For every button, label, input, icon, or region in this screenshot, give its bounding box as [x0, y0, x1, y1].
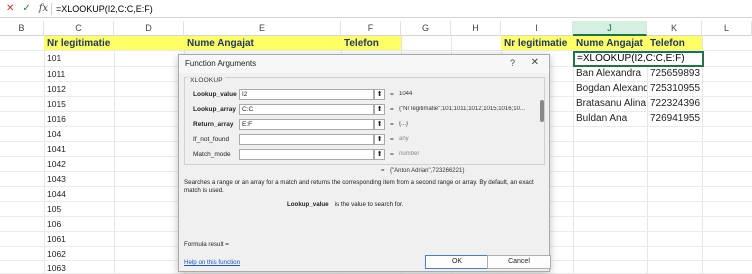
cell-c-value[interactable]: 105: [44, 202, 114, 216]
cell-f-header[interactable]: Telefon: [341, 36, 401, 50]
close-icon[interactable]: ✕: [531, 57, 539, 68]
cell-c-value[interactable]: 1063: [44, 261, 114, 273]
collapse-dialog-icon[interactable]: ⬆: [374, 119, 385, 130]
column-header-f[interactable]: F: [341, 21, 401, 36]
cell-j-name[interactable]: Bogdan Alexandru: [573, 82, 647, 96]
cell-c-value[interactable]: 106: [44, 217, 114, 231]
cancel-icon[interactable]: ✕: [6, 3, 14, 15]
cell-k-phone[interactable]: 725310955: [647, 82, 702, 96]
equals-sign: =: [390, 91, 394, 98]
argument-label: Return_array: [193, 121, 234, 128]
cell-e-header[interactable]: Nume Angajat: [184, 36, 341, 50]
help-icon[interactable]: ?: [510, 58, 515, 68]
cell-c-value[interactable]: 1041: [44, 142, 114, 156]
dialog-title: Function Arguments: [185, 59, 257, 68]
enter-check-icon[interactable]: ✓: [22, 3, 30, 15]
collapse-dialog-icon[interactable]: ⬆: [374, 149, 385, 160]
cell-c-value[interactable]: 1042: [44, 157, 114, 171]
cell-j-name[interactable]: Buldan Ana: [573, 112, 647, 126]
equals-sign: =: [390, 106, 394, 113]
cell-c-value[interactable]: 104: [44, 127, 114, 141]
function-name-label: XLOOKUP: [188, 77, 225, 84]
cell-k-header[interactable]: Telefon: [647, 36, 702, 50]
column-header-g[interactable]: G: [401, 21, 451, 36]
insert-function-icon[interactable]: fx: [39, 3, 48, 15]
cell-k-phone[interactable]: 726941955: [647, 112, 702, 126]
argument-description: Lookup_value is the value to search for.: [287, 201, 403, 208]
column-header-h[interactable]: H: [451, 21, 501, 36]
formula-bar-separator: [51, 3, 52, 15]
collapse-dialog-icon[interactable]: ⬆: [374, 89, 385, 100]
column-header-l[interactable]: L: [702, 21, 752, 36]
argument-result: {"Nr legitimatie";101;1011;1012;1015;101…: [399, 106, 525, 112]
equals-sign: =: [390, 151, 394, 158]
column-header-j[interactable]: J: [573, 21, 647, 36]
argument-result: 1044: [399, 91, 413, 97]
function-description: Searches a range or an array for a match…: [184, 179, 534, 194]
cell-c-value[interactable]: 1011: [44, 67, 114, 81]
argument-result: number: [399, 151, 420, 157]
argument-row-return-array: Return_array E:F ⬆ = {...}: [185, 119, 544, 132]
cell-c-value[interactable]: 1043: [44, 172, 114, 186]
ok-button[interactable]: OK: [425, 255, 489, 269]
collapse-dialog-icon[interactable]: ⬆: [374, 134, 385, 145]
column-header-c[interactable]: C: [44, 21, 114, 36]
equals-sign: =: [390, 136, 394, 143]
return-array-input[interactable]: E:F: [239, 119, 374, 130]
table-row-header: Nr legitimatie Nume Angajat Telefon Nr l…: [0, 36, 752, 51]
argument-result: {...}: [399, 121, 409, 127]
equals-sign: =: [390, 121, 394, 128]
column-header-d[interactable]: D: [114, 21, 184, 36]
cell-c-value[interactable]: 1012: [44, 82, 114, 96]
if-not-found-input[interactable]: [239, 134, 374, 145]
function-group-box: XLOOKUP Lookup_value I2 ⬆ = 1044 Lookup_…: [184, 77, 545, 165]
argument-label: Match_mode: [193, 151, 231, 158]
cell-c-value[interactable]: 101: [44, 51, 114, 66]
argument-row-if-not-found: If_not_found ⬆ = any: [185, 134, 544, 147]
cell-c-value[interactable]: 1062: [44, 247, 114, 260]
active-cell-j[interactable]: =XLOOKUP(I2,C:C,E:F): [573, 51, 704, 67]
argument-row-lookup-value: Lookup_value I2 ⬆ = 1044: [185, 89, 544, 102]
column-header-i[interactable]: I: [501, 21, 573, 36]
column-header-b[interactable]: B: [0, 21, 44, 36]
formula-input[interactable]: =XLOOKUP(I2,C:C,E:F): [56, 3, 153, 15]
lookup-value-input[interactable]: I2: [239, 89, 374, 100]
cancel-button[interactable]: Cancel: [487, 255, 551, 269]
cell-c-value[interactable]: 1016: [44, 112, 114, 126]
cell-c-value[interactable]: 1015: [44, 97, 114, 111]
collapse-dialog-icon[interactable]: ⬆: [374, 104, 385, 115]
argument-label: Lookup_value: [193, 91, 237, 98]
cell-d-header[interactable]: [114, 36, 184, 50]
function-arguments-dialog: Function Arguments ? ✕ XLOOKUP Lookup_va…: [178, 54, 551, 272]
overall-result-value: {"Anton Adrian",723266221}: [390, 168, 465, 174]
dialog-title-bar[interactable]: Function Arguments ? ✕: [179, 55, 549, 73]
formula-result-label: Formula result =: [184, 241, 229, 248]
cell-k-phone[interactable]: 725659893: [647, 67, 702, 81]
argument-label: If_not_found: [193, 136, 230, 143]
arguments-scrollbar[interactable]: [540, 100, 544, 122]
match-mode-input[interactable]: [239, 149, 374, 160]
formula-bar: ✕ ✓ fx =XLOOKUP(I2,C:C,E:F): [0, 0, 752, 18]
column-header-e[interactable]: E: [184, 21, 341, 36]
overall-result: = {"Anton Adrian",723266221}: [381, 168, 464, 174]
argument-label: Lookup_array: [193, 106, 236, 113]
cell-j-name[interactable]: Bratasanu Alina: [573, 97, 647, 111]
cell-c-header[interactable]: Nr legitimatie: [44, 36, 114, 50]
column-header-k[interactable]: K: [647, 21, 702, 36]
help-on-function-link[interactable]: Help on this function: [184, 259, 240, 266]
column-header-row: B C D E F G H I J K L: [0, 21, 752, 36]
argument-description-text: is the value to search for.: [334, 201, 404, 208]
lookup-array-input[interactable]: C:C: [239, 104, 374, 115]
argument-description-name: Lookup_value: [287, 201, 329, 208]
cell-c-value[interactable]: 1061: [44, 232, 114, 246]
cell-c-value[interactable]: 1044: [44, 187, 114, 201]
argument-result: any: [399, 136, 409, 142]
equals-sign: =: [381, 168, 385, 174]
argument-row-match-mode: Match_mode ⬆ = number: [185, 149, 544, 162]
cell-k-phone[interactable]: 722324396: [647, 97, 702, 111]
cell-j-header[interactable]: Nume Angajat: [573, 36, 647, 50]
cell-j-name[interactable]: Ban Alexandra: [573, 67, 647, 81]
cell-i-header[interactable]: Nr legitimatie: [501, 36, 573, 50]
argument-row-lookup-array: Lookup_array C:C ⬆ = {"Nr legitimatie";1…: [185, 104, 544, 117]
